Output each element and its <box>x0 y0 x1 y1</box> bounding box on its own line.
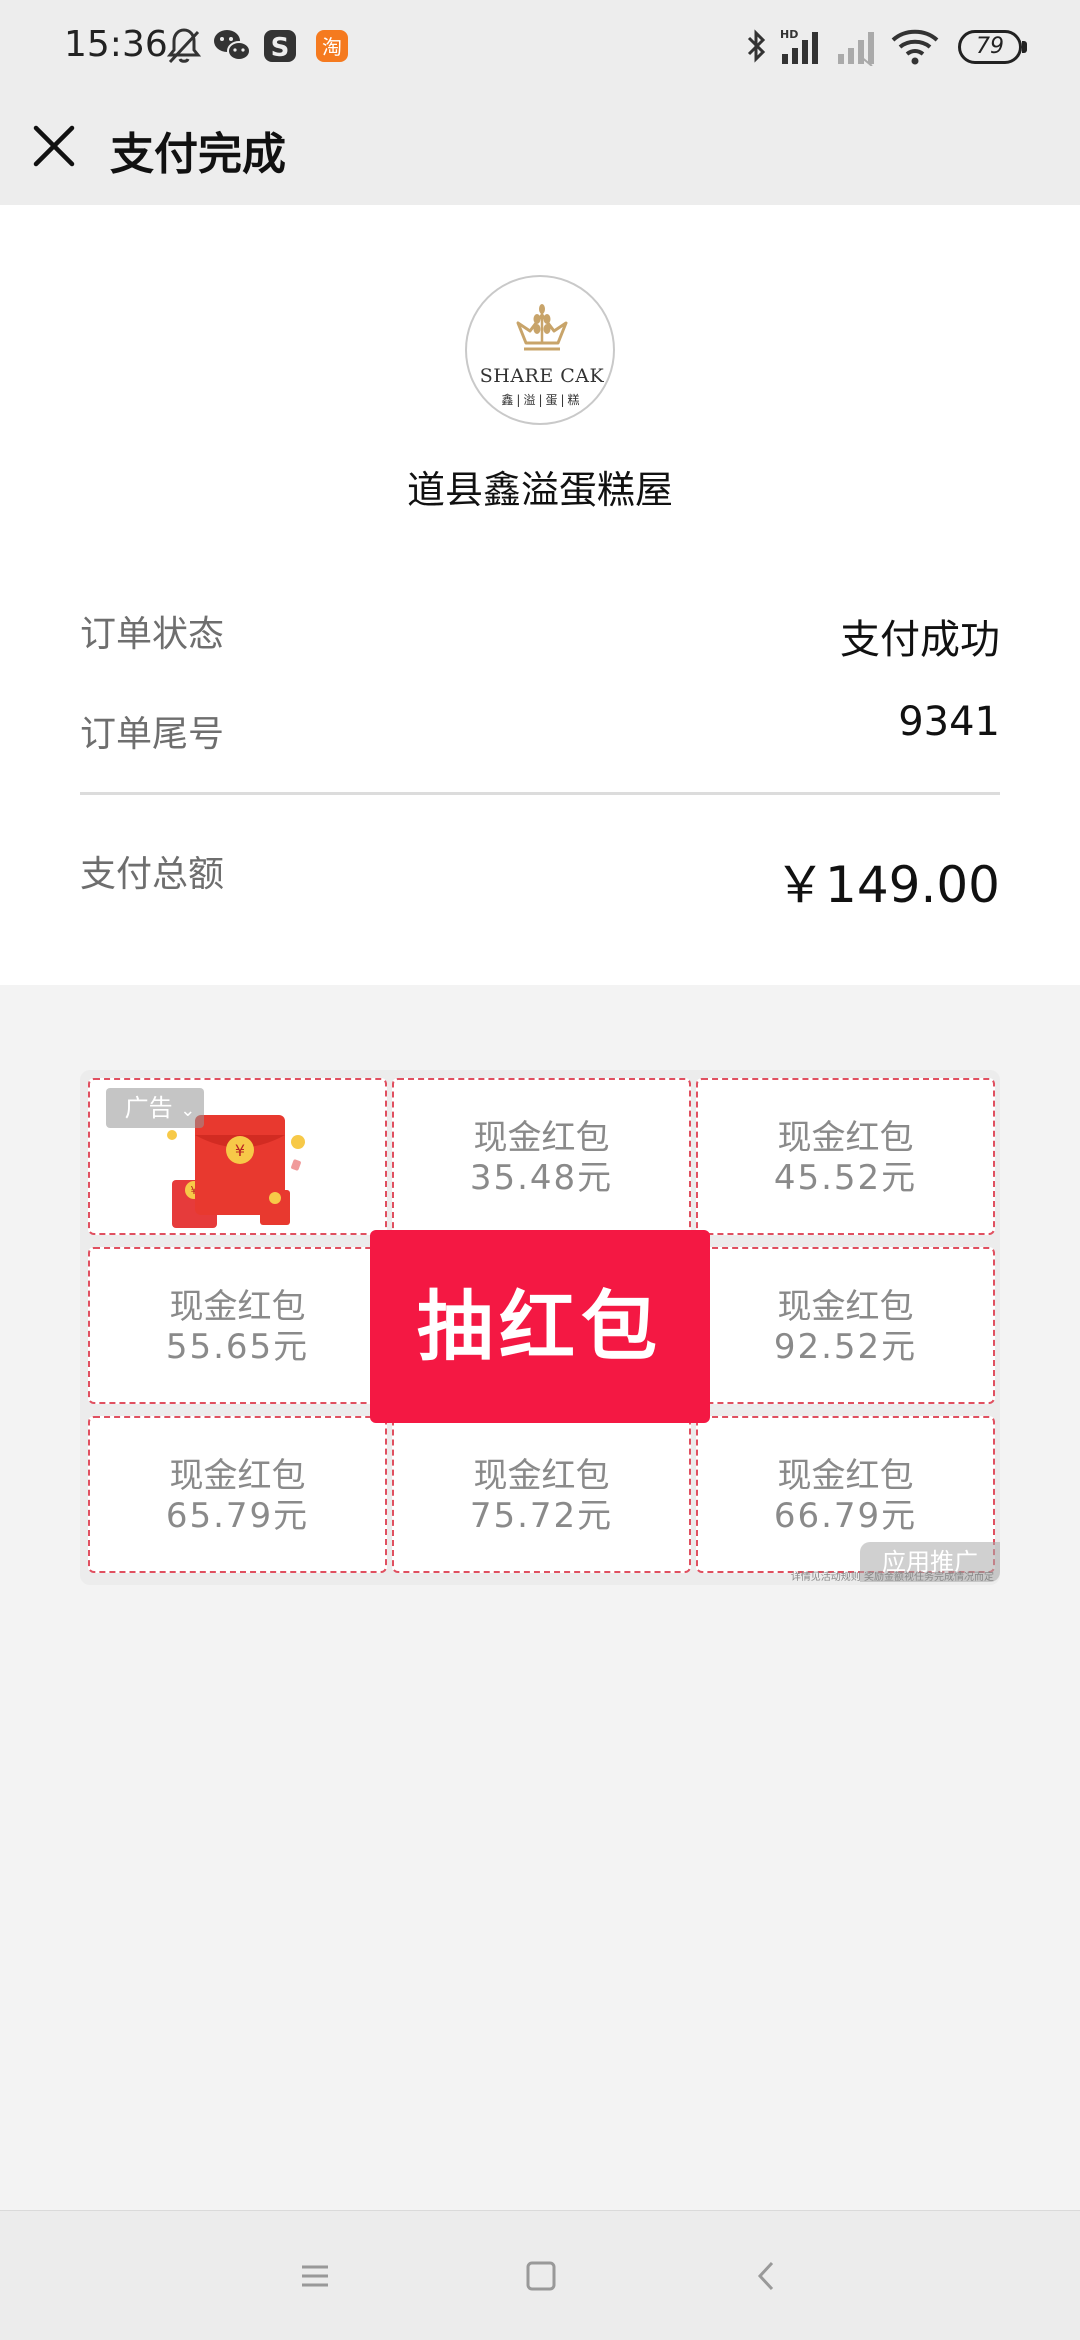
cell-amount: 35.48元 <box>469 1158 614 1198</box>
signal-icon <box>838 32 874 66</box>
page-title: 支付完成 <box>110 129 286 180</box>
ad-tag-label: 广告 <box>124 1094 173 1122</box>
cell-amount: 55.65元 <box>165 1327 310 1367</box>
receipt-card: SHARE CAK 鑫|溢|蛋|糕 道县鑫溢蛋糕屋 订单状态 支付成功 订单尾号… <box>0 205 1080 985</box>
wifi-icon <box>891 29 939 65</box>
red-packet-ad[interactable]: ¥ ¥ 广告 ⌄ 现金红包 35.48元 现金红包 45.52元 现金红包 55… <box>80 1070 1000 1585</box>
order-status-value: 支付成功 <box>840 617 1000 663</box>
cell-amount: 65.79元 <box>165 1496 310 1536</box>
bell-off-icon <box>166 28 202 64</box>
wechat-icon <box>214 30 251 61</box>
svg-text:淘: 淘 <box>322 35 342 59</box>
merchant-name: 道县鑫溢蛋糕屋 <box>406 468 673 512</box>
order-status-label: 订单状态 <box>80 614 225 655</box>
status-time: 15:36 <box>64 24 168 65</box>
logo-subtext: 鑫|溢|蛋|糕 <box>501 393 583 407</box>
merchant-logo: SHARE CAK 鑫|溢|蛋|糕 <box>465 275 615 425</box>
red-packet-cell[interactable]: 现金红包 92.52元 <box>696 1247 995 1404</box>
status-bar: 15:36 S 淘 HD 79 <box>0 0 1080 92</box>
cell-amount: 45.52元 <box>773 1158 918 1198</box>
order-tail-value: 9341 <box>898 699 1000 745</box>
home-icon[interactable] <box>516 2251 566 2301</box>
logo-text: SHARE CAK <box>479 365 605 387</box>
bluetooth-icon <box>747 29 766 63</box>
draw-red-packet-button[interactable]: 抽红包 <box>370 1230 710 1423</box>
close-icon[interactable] <box>28 116 80 176</box>
s-app-icon: S <box>264 30 296 63</box>
battery-icon: 79 <box>958 30 1022 64</box>
taobao-icon: 淘 <box>316 30 348 62</box>
hd-signal-icon: HD <box>780 28 818 64</box>
crown-wheat-icon <box>516 304 568 351</box>
svg-text:¥: ¥ <box>235 1141 245 1160</box>
cell-amount: 75.72元 <box>469 1496 614 1536</box>
cell-amount: 92.52元 <box>773 1327 918 1367</box>
red-packet-cell[interactable]: 现金红包 65.79元 <box>88 1416 387 1573</box>
svg-text:S: S <box>271 33 290 63</box>
order-tail-label: 订单尾号 <box>80 714 225 755</box>
divider <box>80 792 1000 795</box>
system-nav-bar <box>0 2210 1080 2340</box>
cell-amount: 66.79元 <box>773 1496 918 1536</box>
header-bar: 支付完成 <box>0 92 1080 205</box>
red-packet-cell[interactable]: 现金红包 55.65元 <box>88 1247 387 1404</box>
battery-tip <box>1022 41 1027 53</box>
svg-text:HD: HD <box>780 28 798 41</box>
red-packet-cell[interactable]: 现金红包 75.72元 <box>392 1416 691 1573</box>
ad-fine-print: 详情见活动规则 奖励金额视任务完成情况而定 <box>790 1572 994 1583</box>
receipt-zigzag-edge <box>0 972 1080 984</box>
ad-tag[interactable]: 广告 ⌄ <box>106 1088 204 1128</box>
total-label: 支付总额 <box>80 854 225 895</box>
chevron-down-icon: ⌄ <box>180 1100 196 1121</box>
total-amount: ￥149.00 <box>775 856 1000 914</box>
red-packet-cell[interactable]: 现金红包 45.52元 <box>696 1078 995 1235</box>
red-packet-image-cell[interactable]: ¥ ¥ 广告 ⌄ <box>88 1078 387 1235</box>
menu-icon[interactable] <box>290 2251 340 2301</box>
red-packet-cell[interactable]: 现金红包 35.48元 <box>392 1078 691 1235</box>
back-icon[interactable] <box>742 2251 792 2301</box>
